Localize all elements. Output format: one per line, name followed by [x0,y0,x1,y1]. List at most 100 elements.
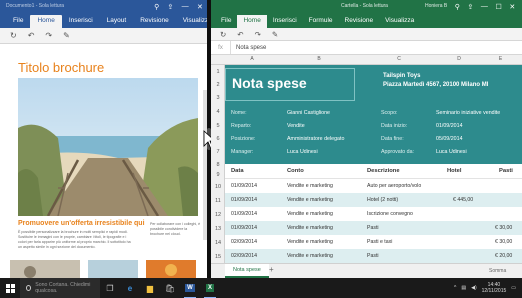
row-header[interactable]: 3 [211,95,225,101]
tab-view[interactable]: Visualizza [176,15,207,28]
cell-account[interactable]: Vendite e marketing [287,197,333,203]
excel-user-name[interactable]: Honiera B [425,3,447,9]
undo-icon[interactable]: ↶ [28,31,35,40]
share-icon[interactable]: ⇪ [168,3,174,11]
tab-view[interactable]: Visualizza [379,15,420,28]
field-value-name[interactable]: Gianni Castiglione [287,110,330,116]
close-icon[interactable]: ✕ [197,3,203,11]
row-header[interactable]: 13 [211,226,225,232]
brochure-body-text[interactable]: È possibile personalizzare la brochure i… [18,230,134,250]
cell-date[interactable]: 02/09/2014 [231,253,257,259]
minimize-icon[interactable]: — [481,3,488,10]
start-button[interactable] [0,278,20,298]
row-header[interactable]: 6 [211,136,225,142]
row-header[interactable]: 10 [211,184,225,190]
undo-icon[interactable]: ↶ [237,30,243,39]
volume-icon[interactable]: ◀) [471,285,477,291]
brochure-title[interactable]: Titolo brochure [18,60,104,75]
table-header-description[interactable]: Descrizione [367,168,400,174]
cell-account[interactable]: Vendite e marketing [287,211,333,217]
company-info[interactable]: Tailspin Toys Piazza Martedì 4567, 20100… [383,72,488,90]
store-icon[interactable]: 🛍 [160,278,180,298]
share-icon[interactable]: ⇪ [467,3,473,11]
table-header-account[interactable]: Conto [287,168,304,174]
tab-formulas[interactable]: Formule [303,15,339,28]
lightbulb-icon[interactable]: ⚲ [154,3,159,11]
cell-meals[interactable]: € 20,00 [495,253,512,259]
clock[interactable]: 14:40 12/11/2015 [482,282,507,294]
row-header[interactable]: 1 [211,69,225,75]
cell-description[interactable]: Pasti e taxi [367,239,392,245]
row-header[interactable]: 11 [211,198,225,204]
table-header-hotel[interactable]: Hotel [447,168,462,174]
promo-heading[interactable]: Promuovere un'offerta irresistibile qui [18,220,145,227]
edge-browser-icon[interactable]: e [120,278,140,298]
excel-taskbar-icon[interactable]: X [200,278,220,298]
cell-description[interactable]: Auto per aeroporto/volo [367,183,421,189]
cell-account[interactable]: Vendite e marketing [287,225,333,231]
table-row[interactable]: 02/09/2014 Vendite e marketing Pasti € 2… [225,251,522,263]
cell-meals[interactable]: € 30,00 [495,225,512,231]
tab-file[interactable]: File [215,15,237,28]
report-title[interactable]: Nota spese [232,75,307,91]
table-row[interactable]: 01/09/2014 Vendite e marketing Hotel (2 … [225,195,522,207]
column-header-a[interactable]: A [225,56,279,62]
table-row[interactable]: 01/09/2014 Vendite e marketing Iscrizion… [225,209,522,221]
cell-account[interactable]: Vendite e marketing [287,239,333,245]
field-value-purpose[interactable]: Seminario iniziative vendite [436,110,500,116]
tab-layout[interactable]: Layout [100,15,134,28]
tab-review[interactable]: Revisione [339,15,380,28]
cell-date[interactable]: 01/09/2014 [231,225,257,231]
field-value-approved-by[interactable]: Luca Udinesi [436,149,467,155]
cell-date[interactable]: 01/09/2014 [231,183,257,189]
fx-icon[interactable]: fx [211,41,231,54]
refresh-icon[interactable]: ↻ [220,30,226,39]
tab-review[interactable]: Revisione [133,15,176,28]
formula-input[interactable]: Nota spese [231,45,266,51]
row-header[interactable]: 4 [211,109,225,115]
redo-icon[interactable]: ↷ [255,30,261,39]
row-header[interactable]: 14 [211,240,225,246]
pen-icon[interactable]: ✎ [272,30,278,39]
notifications-icon[interactable]: ▭ [511,285,516,291]
table-row[interactable]: 02/09/2014 Vendite e marketing Pasti e t… [225,237,522,249]
cell-meals[interactable]: € 30,00 [495,239,512,245]
tab-file[interactable]: File [6,15,30,28]
cell-date[interactable]: 02/09/2014 [231,239,257,245]
tab-insert[interactable]: Inserisci [62,15,100,28]
field-value-end-date[interactable]: 05/09/2014 [436,136,463,142]
cell-date[interactable]: 01/09/2014 [231,211,257,217]
tab-insert[interactable]: Inserisci [267,15,303,28]
field-value-department[interactable]: Vendite [287,123,305,129]
column-header-c[interactable]: C [359,56,439,62]
table-row[interactable]: 01/09/2014 Vendite e marketing Auto per … [225,181,522,193]
tab-home[interactable]: Home [30,15,62,28]
chevron-up-icon[interactable]: ^ [454,285,456,291]
brochure-side-text[interactable]: Per collaborare con i colleghi, è possib… [150,222,202,237]
cell-description[interactable]: Iscrizione convegno [367,211,413,217]
minimize-icon[interactable]: — [182,3,189,10]
row-header[interactable]: 2 [211,82,225,88]
row-header[interactable]: 7 [211,149,225,155]
add-sheet-icon[interactable]: + [269,265,274,274]
cortana-search-box[interactable]: Sono Cortana. Chiedimi qualcosa. [20,278,100,298]
task-view-icon[interactable]: ❐ [100,278,120,298]
row-header[interactable]: 8 [211,162,225,168]
redo-icon[interactable]: ↷ [45,31,52,40]
cell-date[interactable]: 01/09/2014 [231,197,257,203]
cell-account[interactable]: Vendite e marketing [287,253,333,259]
maximize-icon[interactable]: ☐ [495,3,501,11]
table-header-meals[interactable]: Pasti [499,168,513,174]
field-value-start-date[interactable]: 01/09/2014 [436,123,463,129]
table-header-date[interactable]: Data [231,168,244,174]
refresh-icon[interactable]: ↻ [10,31,17,40]
cell-description[interactable]: Hotel (2 notti) [367,197,398,203]
cell-description[interactable]: Pasti [367,225,379,231]
table-row[interactable]: 01/09/2014 Vendite e marketing Pasti € 3… [225,223,522,235]
field-value-position[interactable]: Amministratore delegato [287,136,344,142]
pen-icon[interactable]: ✎ [63,31,70,40]
field-value-manager[interactable]: Luca Udinesi [287,149,318,155]
row-header[interactable]: 12 [211,212,225,218]
row-header[interactable]: 5 [211,123,225,129]
lightbulb-icon[interactable]: ⚲ [455,3,460,11]
